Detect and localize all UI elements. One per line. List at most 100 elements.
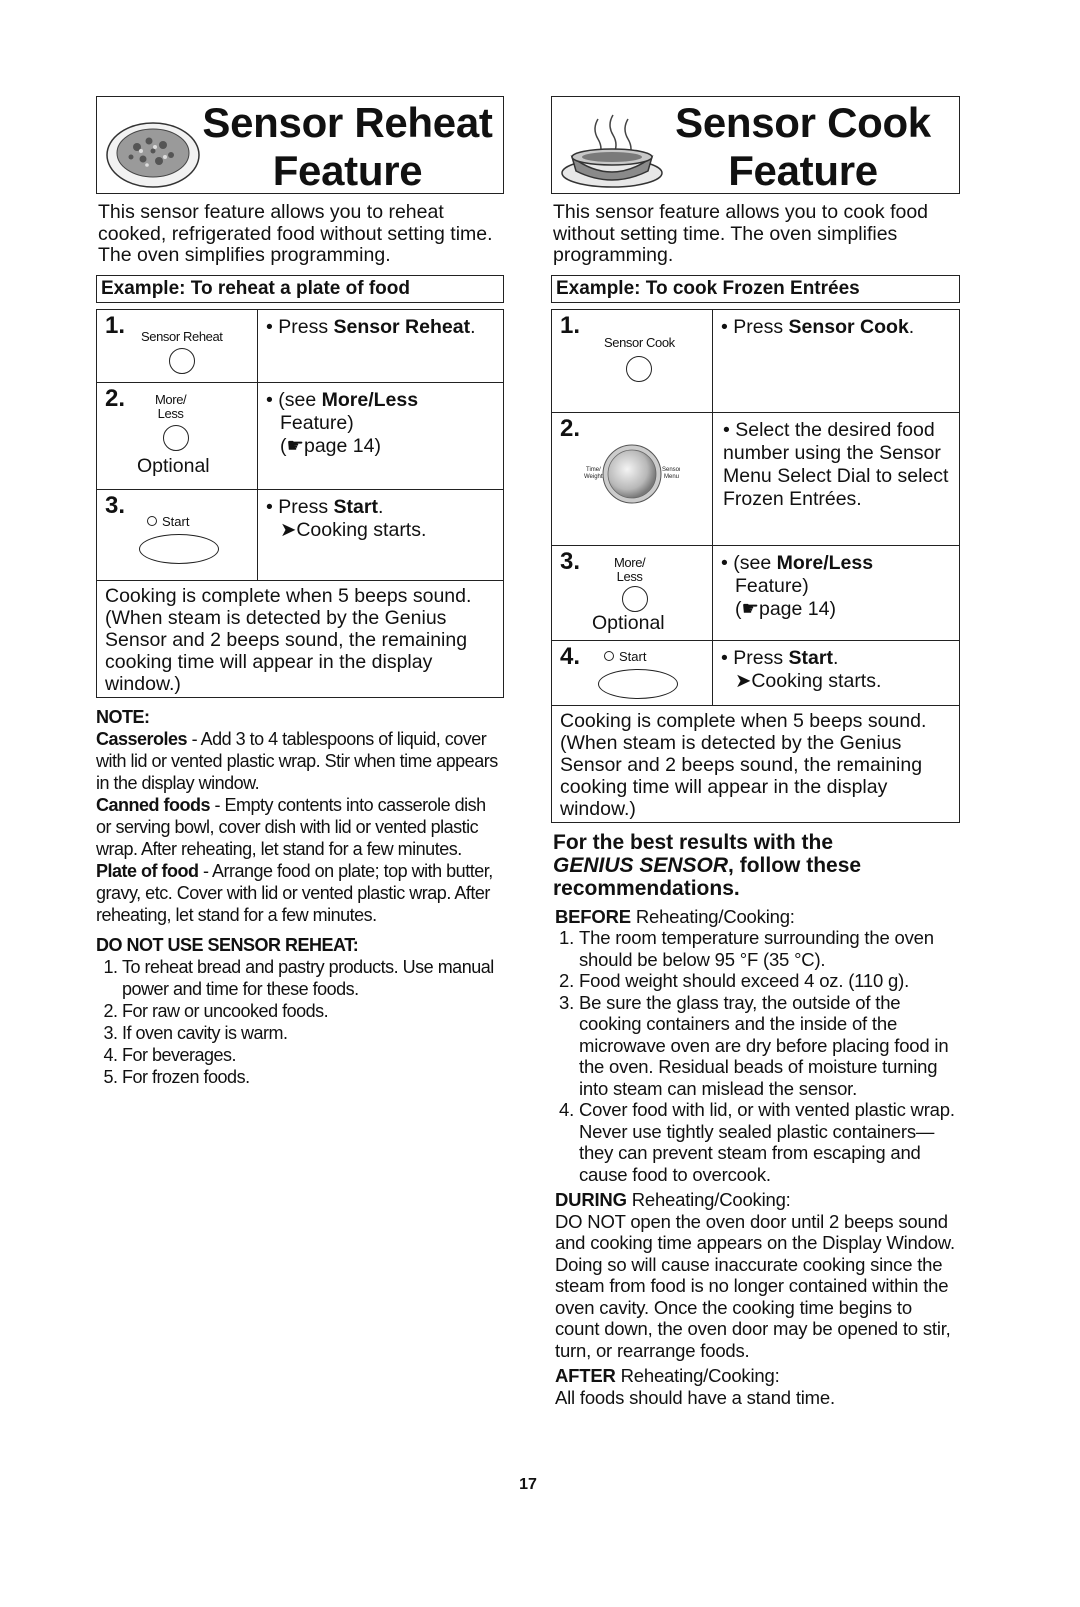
list-item: The room temperature surrounding the ove… <box>579 927 960 970</box>
instruction-key: Start <box>333 495 378 518</box>
sensor-reheat-title-box: Sensor Reheat Feature <box>96 96 504 194</box>
instruction-text: • Press <box>721 315 789 338</box>
instruction-text: . <box>470 315 476 338</box>
start-pad-label: Start <box>604 649 646 664</box>
page-reference-link[interactable]: (☛page 14) <box>721 598 955 621</box>
sensor-cook-example: Example: To cook Frozen Entrées <box>551 274 960 303</box>
during-heading: DURING Reheating/Cooking: <box>555 1189 960 1211</box>
sensor-reheat-section: Sensor Reheat Feature This sensor featur… <box>96 96 504 1088</box>
list-item: For raw or uncooked foods. <box>122 1000 504 1022</box>
step-keypad-cell: 3. More/Less Optional <box>552 545 713 640</box>
instruction-text: Feature) <box>280 411 354 434</box>
pad-label-text: Start <box>162 513 190 529</box>
step-keypad-cell: 4. Start <box>552 640 713 705</box>
more-less-pad-label: More/Less <box>614 554 646 584</box>
note-heading: NOTE: <box>96 706 150 727</box>
sensor-cook-section: Sensor Cook Feature This sensor feature … <box>551 96 960 1408</box>
genius-sensor-term: GENIUS SENSOR <box>553 853 729 877</box>
instruction-key: Start <box>788 646 833 669</box>
phase-term: BEFORE <box>555 905 631 927</box>
svg-text:Time/: Time/ <box>586 467 601 473</box>
notes-section: NOTE: Casseroles - Add 3 to 4 tablespoon… <box>96 706 504 1088</box>
step-row: 1. Sensor Reheat • Press Sensor Reheat. <box>97 309 503 383</box>
during-text: DO NOT open the oven door until 2 beeps … <box>555 1210 955 1361</box>
before-heading: BEFORE Reheating/Cooking: <box>555 906 960 928</box>
step-instruction: • (see More/Less Feature) (☛page 14) <box>713 546 959 640</box>
step-keypad-cell: 2. More/Less Optional <box>97 382 258 489</box>
optional-label: Optional <box>137 454 210 477</box>
start-button-icon[interactable] <box>598 668 678 699</box>
sensor-cook-intro: This sensor feature allows you to cook f… <box>553 201 929 266</box>
start-indicator-icon <box>147 516 157 526</box>
heading-text: For the best results with the <box>553 830 834 854</box>
note-term: Canned foods <box>96 794 211 815</box>
sensor-reheat-intro: This sensor feature allows you to reheat… <box>98 201 493 266</box>
start-pad-label: Start <box>147 514 189 529</box>
instruction-key: More/Less <box>321 388 419 411</box>
title-line-1: Sensor Reheat <box>202 99 493 146</box>
instruction-text: • Press <box>721 646 789 669</box>
sensor-cook-pad-label: Sensor Cook <box>604 334 675 350</box>
note-item: Canned foods - Empty contents into casse… <box>96 794 504 860</box>
step-instruction: • Press Start. ➤Cooking starts. <box>713 641 959 705</box>
instruction-text: • (see <box>721 551 777 574</box>
instruction-key: More/Less <box>776 551 874 574</box>
pad-label-line: Less <box>157 405 184 421</box>
instruction-text: Feature) <box>735 574 809 597</box>
title-line-1: Sensor Cook <box>675 99 931 146</box>
recommendations: BEFORE Reheating/Cooking: The room tempe… <box>551 906 960 1409</box>
pad-label-text: Start <box>619 648 647 664</box>
step-row: 3. Start • Press Start. ➤Cooking starts. <box>97 489 503 580</box>
sensor-reheat-pad-label: Sensor Reheat <box>141 328 223 344</box>
more-less-button-icon[interactable] <box>622 585 648 612</box>
instruction-text: • Press <box>266 495 334 518</box>
start-indicator-icon <box>604 651 614 661</box>
step-number: 2. <box>560 414 581 442</box>
phase-term: AFTER <box>555 1365 616 1386</box>
svg-text:Menu: Menu <box>664 474 679 480</box>
step-row: 2. Time/ Weight Sensor Menu • Select the… <box>552 412 959 546</box>
list-item: For frozen foods. <box>122 1066 504 1088</box>
cooking-complete-note: Cooking is complete when 5 beeps sound. … <box>96 580 504 698</box>
list-item: For beverages. <box>122 1044 504 1066</box>
instruction-key: Sensor Reheat <box>333 315 471 338</box>
step-row: 2. More/Less Optional • (see More/Less F… <box>97 382 503 490</box>
after-heading: AFTER Reheating/Cooking: <box>555 1365 960 1387</box>
svg-text:Weight: Weight <box>584 474 603 480</box>
step-number: 3. <box>560 547 581 575</box>
step-number: 1. <box>560 311 581 339</box>
step-instruction: • Press Start. ➤Cooking starts. <box>258 490 503 580</box>
svg-text:Sensor: Sensor <box>662 467 680 473</box>
sensor-cook-title: Sensor Cook Feature <box>647 97 959 195</box>
step-instruction: • Press Sensor Reheat. <box>258 310 503 382</box>
pad-label-line: More/ <box>614 554 646 570</box>
do-not-use-heading: DO NOT USE SENSOR REHEAT: <box>96 934 359 955</box>
sensor-cook-title-box: Sensor Cook Feature <box>551 96 960 194</box>
pad-label-line: More/ <box>155 391 187 407</box>
sensor-cook-steps: 1. Sensor Cook • Press Sensor Cook. 2. T… <box>551 308 960 706</box>
optional-label: Optional <box>592 611 665 634</box>
note-item: Casseroles - Add 3 to 4 tablespoons of l… <box>96 728 504 794</box>
sensor-reheat-title: Sensor Reheat Feature <box>192 97 503 195</box>
phase-text: Reheating/Cooking: <box>626 1189 791 1210</box>
instruction-key: Sensor Cook <box>788 315 909 338</box>
sensor-reheat-button-icon[interactable] <box>169 347 195 374</box>
title-line-2: Feature <box>272 147 423 194</box>
sensor-cook-button-icon[interactable] <box>626 355 652 382</box>
sensor-menu-select-dial-icon[interactable]: Time/ Weight Sensor Menu <box>584 443 680 505</box>
page-number: 17 <box>519 1476 537 1493</box>
step-keypad-cell: 1. Sensor Cook <box>552 309 713 412</box>
instruction-text: . <box>377 495 384 518</box>
more-less-pad-label: More/Less <box>155 391 187 421</box>
start-button-icon[interactable] <box>139 533 219 564</box>
after-text: All foods should have a stand time. <box>555 1386 835 1408</box>
page-reference-link[interactable]: (☛page 14) <box>266 435 499 458</box>
instruction-text: • Press <box>266 315 334 338</box>
list-item: To reheat bread and pastry products. Use… <box>122 956 504 1000</box>
step-number: 4. <box>560 642 581 670</box>
more-less-button-icon[interactable] <box>163 424 189 451</box>
sensor-reheat-steps: 1. Sensor Reheat • Press Sensor Reheat. … <box>96 308 504 581</box>
pad-label-line: Less <box>616 568 643 584</box>
before-list: The room temperature surrounding the ove… <box>555 927 960 1185</box>
list-item: Cover food with lid, or with vented plas… <box>579 1099 960 1185</box>
